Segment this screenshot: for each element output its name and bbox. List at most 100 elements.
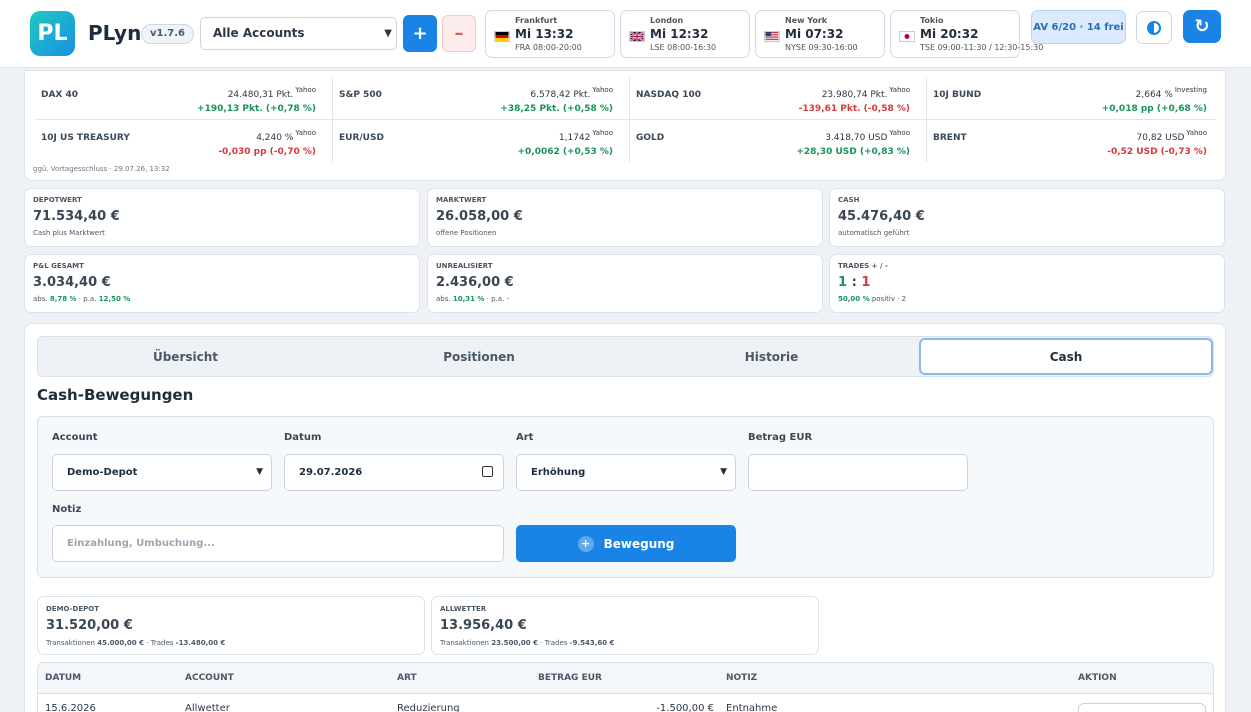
flag-de-icon [494, 31, 510, 42]
market-value: 3.418,70 USD Yahoo [825, 129, 910, 143]
col-header-date[interactable]: DATUM [45, 673, 81, 683]
kpi-sub-prefix: abs. [436, 295, 453, 303]
market-change: +0,018 pp (+0,68 %) [1101, 104, 1207, 114]
tab-cash[interactable]: Cash [919, 338, 1213, 375]
kpi-sub-mid: · p.a. - [484, 295, 510, 303]
kpi-sub: 50,00 % positiv · 2 [838, 295, 906, 303]
clock-hours: NYSE 09:30-16:00 [785, 43, 858, 52]
market-value: 2,664 % Investing [1136, 86, 1207, 100]
market-value: 6.578,42 Pkt. Yahoo [530, 86, 613, 100]
tx-value: 45.000,00 € [97, 639, 144, 647]
remove-account-button[interactable]: – [442, 15, 476, 52]
market-name: S&P 500 [339, 90, 382, 100]
kpi-sub-pa: 12,50 % [98, 295, 131, 303]
kpi-label: UNREALISIERT [436, 262, 493, 270]
clock-time: Mi 20:32 [920, 27, 979, 41]
col-header-note[interactable]: NOTIZ [726, 673, 757, 683]
kpi-sub-abs: 8,78 % [49, 295, 77, 303]
kpi-value: 2.436,00 € [436, 275, 514, 290]
clock-time: Mi 13:32 [515, 27, 574, 41]
note-label: Notiz [52, 504, 82, 515]
tx-value: 23.500,00 € [491, 639, 538, 647]
date-field[interactable]: 29.07.2026 [284, 454, 504, 491]
market-change: +28,30 USD (+0,83 %) [796, 147, 910, 157]
market-value-text: 24.480,31 Pkt. [227, 90, 294, 100]
type-label: Art [516, 432, 534, 443]
market-source: Yahoo [295, 86, 316, 94]
kpi-sub: offene Positionen [436, 229, 497, 237]
kpi-card-cash: CASH 45.476,40 € automatisch geführt [829, 188, 1225, 247]
market-name: NASDAQ 100 [636, 90, 701, 100]
refresh-button[interactable]: ↻ [1183, 10, 1221, 43]
trades-value: -13.480,00 € [175, 639, 226, 647]
chevron-down-icon: ▼ [256, 467, 263, 477]
col-header-type[interactable]: ART [397, 673, 417, 683]
col-header-amount[interactable]: BETRAG EUR [538, 673, 602, 683]
account-select[interactable]: Alle Accounts ▼ [200, 17, 397, 50]
add-movement-button[interactable]: + Bewegung [516, 525, 736, 562]
kpi-sub: abs. 8,78 % · p.a. 12,50 % [33, 295, 130, 303]
note-input[interactable]: Einzahlung, Umbuchung... [52, 525, 504, 562]
cell-type: Reduzierung [397, 703, 460, 712]
app-name: PLyn [88, 21, 142, 45]
market-item: 10J BUND 2,664 % Investing +0,018 pp (+0,68… [926, 77, 1213, 119]
account-balance-card: DEMO-DEPOT 31.520,00 € Transaktionen 45.… [37, 596, 425, 655]
clock-city: Tokio [920, 16, 944, 25]
market-name: GOLD [636, 133, 665, 143]
tx-label: Transaktionen [440, 639, 492, 647]
theme-toggle-button[interactable] [1136, 11, 1172, 44]
trades-win: 1 [838, 275, 848, 290]
market-source: Yahoo [592, 129, 613, 137]
kpi-card-marktwert: MARKTWERT 26.058,00 € offene Positionen [427, 188, 823, 247]
market-ticker-panel: DAX 40 24.480,31 Pkt. Yahoo +190,13 Pkt. (+… [24, 70, 1226, 181]
market-name: DAX 40 [41, 90, 79, 100]
clock-frankfurt: Frankfurt Mi 13:32 FRA 08:00-20:00 [485, 10, 615, 58]
market-value: 23.980,74 Pkt. Yahoo [821, 86, 910, 100]
tab-overview[interactable]: Übersicht [38, 337, 333, 376]
col-header-account[interactable]: ACCOUNT [185, 673, 234, 683]
col-header-action: AKTION [1078, 673, 1117, 683]
flag-us-icon [764, 31, 780, 42]
add-account-button[interactable]: + [403, 15, 437, 52]
market-change: -139,61 Pkt. (-0,58 %) [798, 104, 910, 114]
type-select[interactable]: Erhöhung ▼ [516, 454, 736, 491]
table-header: DATUM ACCOUNT ART BETRAG EUR NOTIZ AKTIO… [38, 663, 1213, 694]
kpi-label: TRADES + / - [838, 262, 888, 270]
cash-movement-form: Account Demo-Depot ▼ Datum 29.07.2026 Art… [37, 416, 1214, 578]
logo-text: PL [37, 21, 68, 46]
clock-london: London Mi 12:32 LSE 08:00-16:30 [620, 10, 750, 58]
market-timestamp-note: ggü. Vortagesschluss · 29.07.26, 13:32 [33, 165, 170, 173]
kpi-value: 71.534,40 € [33, 209, 120, 224]
amount-label: Betrag EUR [748, 432, 813, 443]
market-name: EUR/USD [339, 133, 384, 143]
account-label: Account [52, 432, 98, 443]
clock-time: Mi 12:32 [650, 27, 709, 41]
clock-new-york: New York Mi 07:32 NYSE 09:30-16:00 [755, 10, 885, 58]
tab-history[interactable]: Historie [625, 337, 918, 376]
kpi-card-depotwert: DEPOTWERT 71.534,40 € Cash plus Marktwer… [24, 188, 420, 247]
market-item: GOLD 3.418,70 USD Yahoo +28,30 USD (+0,83 %… [629, 120, 916, 162]
version-badge: v1.7.6 [141, 24, 194, 44]
market-value-text: 23.980,74 Pkt. [821, 90, 888, 100]
add-movement-label: Bewegung [603, 536, 675, 551]
kpi-sub-prefix: abs. [33, 295, 50, 303]
market-source: Yahoo [1186, 129, 1207, 137]
amount-input[interactable] [748, 454, 968, 491]
app-logo: PL [30, 11, 75, 56]
account-card-label: ALLWETTER [440, 605, 487, 613]
kpi-card-unrealized: UNREALISIERT 2.436,00 € abs. 10,31 % · p… [427, 254, 823, 313]
kpi-sub: abs. 10,31 % · p.a. - [436, 295, 509, 303]
row-action-button[interactable] [1078, 703, 1206, 712]
kpi-value: 26.058,00 € [436, 209, 523, 224]
account-select[interactable]: Demo-Depot ▼ [52, 454, 272, 491]
market-item: BRENT 70,82 USD Yahoo -0,52 USD (-0,73 %) [926, 120, 1213, 162]
market-source: Yahoo [592, 86, 613, 94]
clock-time: Mi 07:32 [785, 27, 844, 41]
calendar-icon[interactable] [482, 466, 493, 477]
market-change: +0,0062 (+0,53 %) [517, 147, 613, 157]
api-quota-badge[interactable]: AV 6/20 · 14 frei [1031, 10, 1126, 44]
plus-circle-icon: + [577, 535, 594, 552]
kpi-card-trades: TRADES + / - 1 : 1 50,00 % positiv · 2 [829, 254, 1225, 313]
tab-positions[interactable]: Positionen [333, 337, 625, 376]
account-card-sub: Transaktionen 45.000,00 € · Trades -13.4… [46, 639, 225, 647]
